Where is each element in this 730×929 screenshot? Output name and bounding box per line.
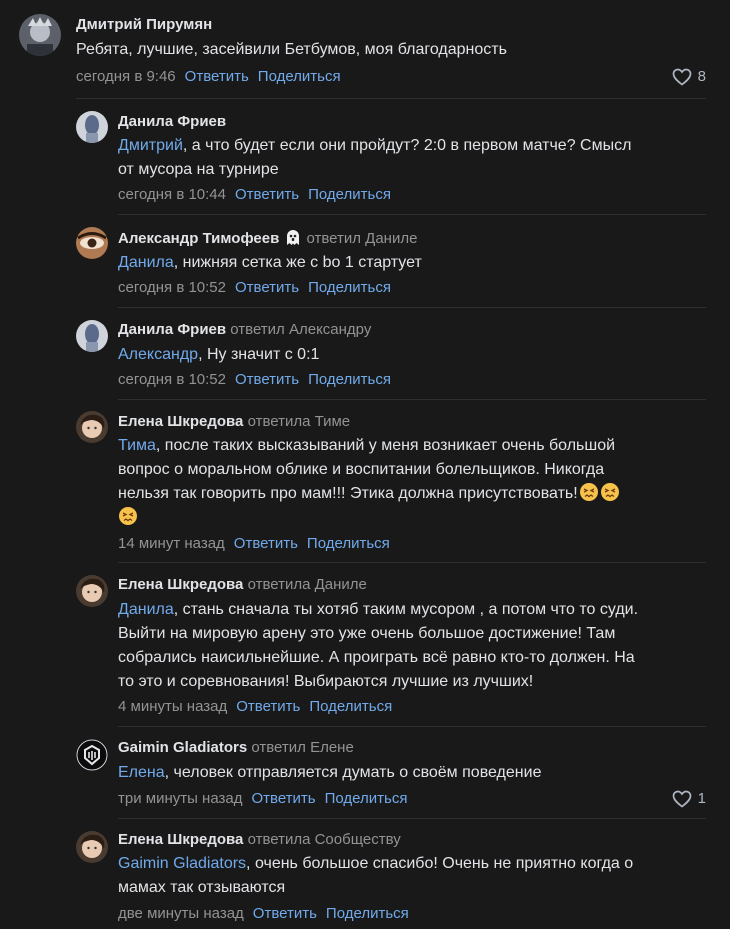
mention-link[interactable]: Тима <box>118 437 156 454</box>
comment-time[interactable]: сегодня в 10:44 <box>118 186 226 203</box>
comment-time[interactable]: 4 минуты назад <box>118 698 227 715</box>
comment-text: Ребята, лучшие, засейвили Бетбумов, моя … <box>76 41 507 58</box>
avatar[interactable] <box>76 575 108 607</box>
share-button[interactable]: Поделиться <box>307 535 390 552</box>
reply-button[interactable]: Ответить <box>234 535 298 552</box>
comment-text: Gaimin Gladiators, очень большое спасибо… <box>118 855 634 896</box>
mention-link[interactable]: Александр <box>118 346 198 363</box>
share-button[interactable]: Поделиться <box>308 371 391 388</box>
avatar[interactable] <box>76 739 108 771</box>
share-button[interactable]: Поделиться <box>326 905 409 922</box>
author-name[interactable]: Елена Шкредова <box>118 413 243 430</box>
avatar[interactable] <box>19 14 61 56</box>
comment-text: Елена, человек отправляется думать о сво… <box>118 764 542 781</box>
comment-text: Тима, после таких высказываний у меня во… <box>118 434 620 530</box>
share-button[interactable]: Поделиться <box>308 279 391 296</box>
author-name[interactable]: Александр Тимофеев <box>118 230 279 247</box>
author-name[interactable]: Данила Фриев <box>118 113 226 130</box>
divider <box>76 98 706 99</box>
divider <box>118 726 706 727</box>
reply-button[interactable]: Ответить <box>185 68 249 85</box>
reply-button[interactable]: Ответить <box>235 371 299 388</box>
replied-to[interactable]: ответил Даниле <box>306 230 417 247</box>
reply-button[interactable]: Ответить <box>251 790 315 807</box>
reply-button[interactable]: Ответить <box>236 698 300 715</box>
share-button[interactable]: Поделиться <box>308 186 391 203</box>
replied-to[interactable]: ответил Елене <box>251 739 353 756</box>
comment-time[interactable]: сегодня в 10:52 <box>118 371 226 388</box>
author-name[interactable]: Дмитрий Пирумян <box>76 16 212 33</box>
mention-link[interactable]: Елена <box>118 764 165 781</box>
share-button[interactable]: Поделиться <box>309 698 392 715</box>
reply-button[interactable]: Ответить <box>235 186 299 203</box>
share-button[interactable]: Поделиться <box>258 68 341 85</box>
divider <box>118 307 706 308</box>
replied-to[interactable]: ответил Александру <box>230 321 371 338</box>
avatar[interactable] <box>76 831 108 863</box>
persevering-face-emoji-icon <box>119 507 137 525</box>
divider <box>118 399 706 400</box>
author-name[interactable]: Данила Фриев <box>118 321 226 338</box>
divider <box>118 214 706 215</box>
comment-text: Александр, Ну значит с 0:1 <box>118 346 320 363</box>
mention-link[interactable]: Дмитрий <box>118 137 183 154</box>
mention-link[interactable]: Данила <box>118 601 174 618</box>
comment-time[interactable]: 14 минут назад <box>118 535 225 552</box>
heart-outline-icon <box>672 790 692 808</box>
author-name[interactable]: Елена Шкредова <box>118 831 243 848</box>
avatar[interactable] <box>76 111 108 143</box>
divider <box>118 562 706 563</box>
avatar[interactable] <box>76 411 108 443</box>
heart-outline-icon <box>672 68 692 86</box>
mention-link[interactable]: Gaimin Gladiators <box>118 855 246 872</box>
like-button[interactable]: 8 <box>672 67 706 87</box>
comment-time[interactable]: сегодня в 9:46 <box>76 68 176 85</box>
avatar[interactable] <box>76 320 108 352</box>
replied-to[interactable]: ответила Даниле <box>248 576 367 593</box>
reply-button[interactable]: Ответить <box>235 279 299 296</box>
divider <box>118 818 706 819</box>
reply-button[interactable]: Ответить <box>253 905 317 922</box>
author-name[interactable]: Gaimin Gladiators <box>118 739 247 756</box>
like-button[interactable]: 1 <box>672 789 706 809</box>
like-count: 8 <box>697 68 706 85</box>
ghost-emoji-icon <box>287 230 300 245</box>
mention-link[interactable]: Данила <box>118 254 174 271</box>
persevering-face-emoji-icon <box>600 483 619 501</box>
comment-time[interactable]: две минуты назад <box>118 905 244 922</box>
comment-text: Дмитрий, а что будет если они пройдут? 2… <box>118 137 632 178</box>
comments-thread: Дмитрий Пирумян Ребята, лучшие, засейвил… <box>0 0 730 929</box>
persevering-face-emoji-icon <box>579 483 598 501</box>
comment-text: Данила, стань сначала ты хотяб таким мус… <box>118 601 639 690</box>
replied-to[interactable]: ответила Тиме <box>248 413 351 430</box>
avatar[interactable] <box>76 227 108 259</box>
comment-time[interactable]: сегодня в 10:52 <box>118 279 226 296</box>
comment-text: Данила, нижняя сетка же с bo 1 стартует <box>118 254 422 271</box>
comment-time[interactable]: три минуты назад <box>118 790 242 807</box>
like-count: 1 <box>697 790 706 807</box>
author-name[interactable]: Елена Шкредова <box>118 576 243 593</box>
share-button[interactable]: Поделиться <box>325 790 408 807</box>
replied-to[interactable]: ответила Сообществу <box>248 831 401 848</box>
